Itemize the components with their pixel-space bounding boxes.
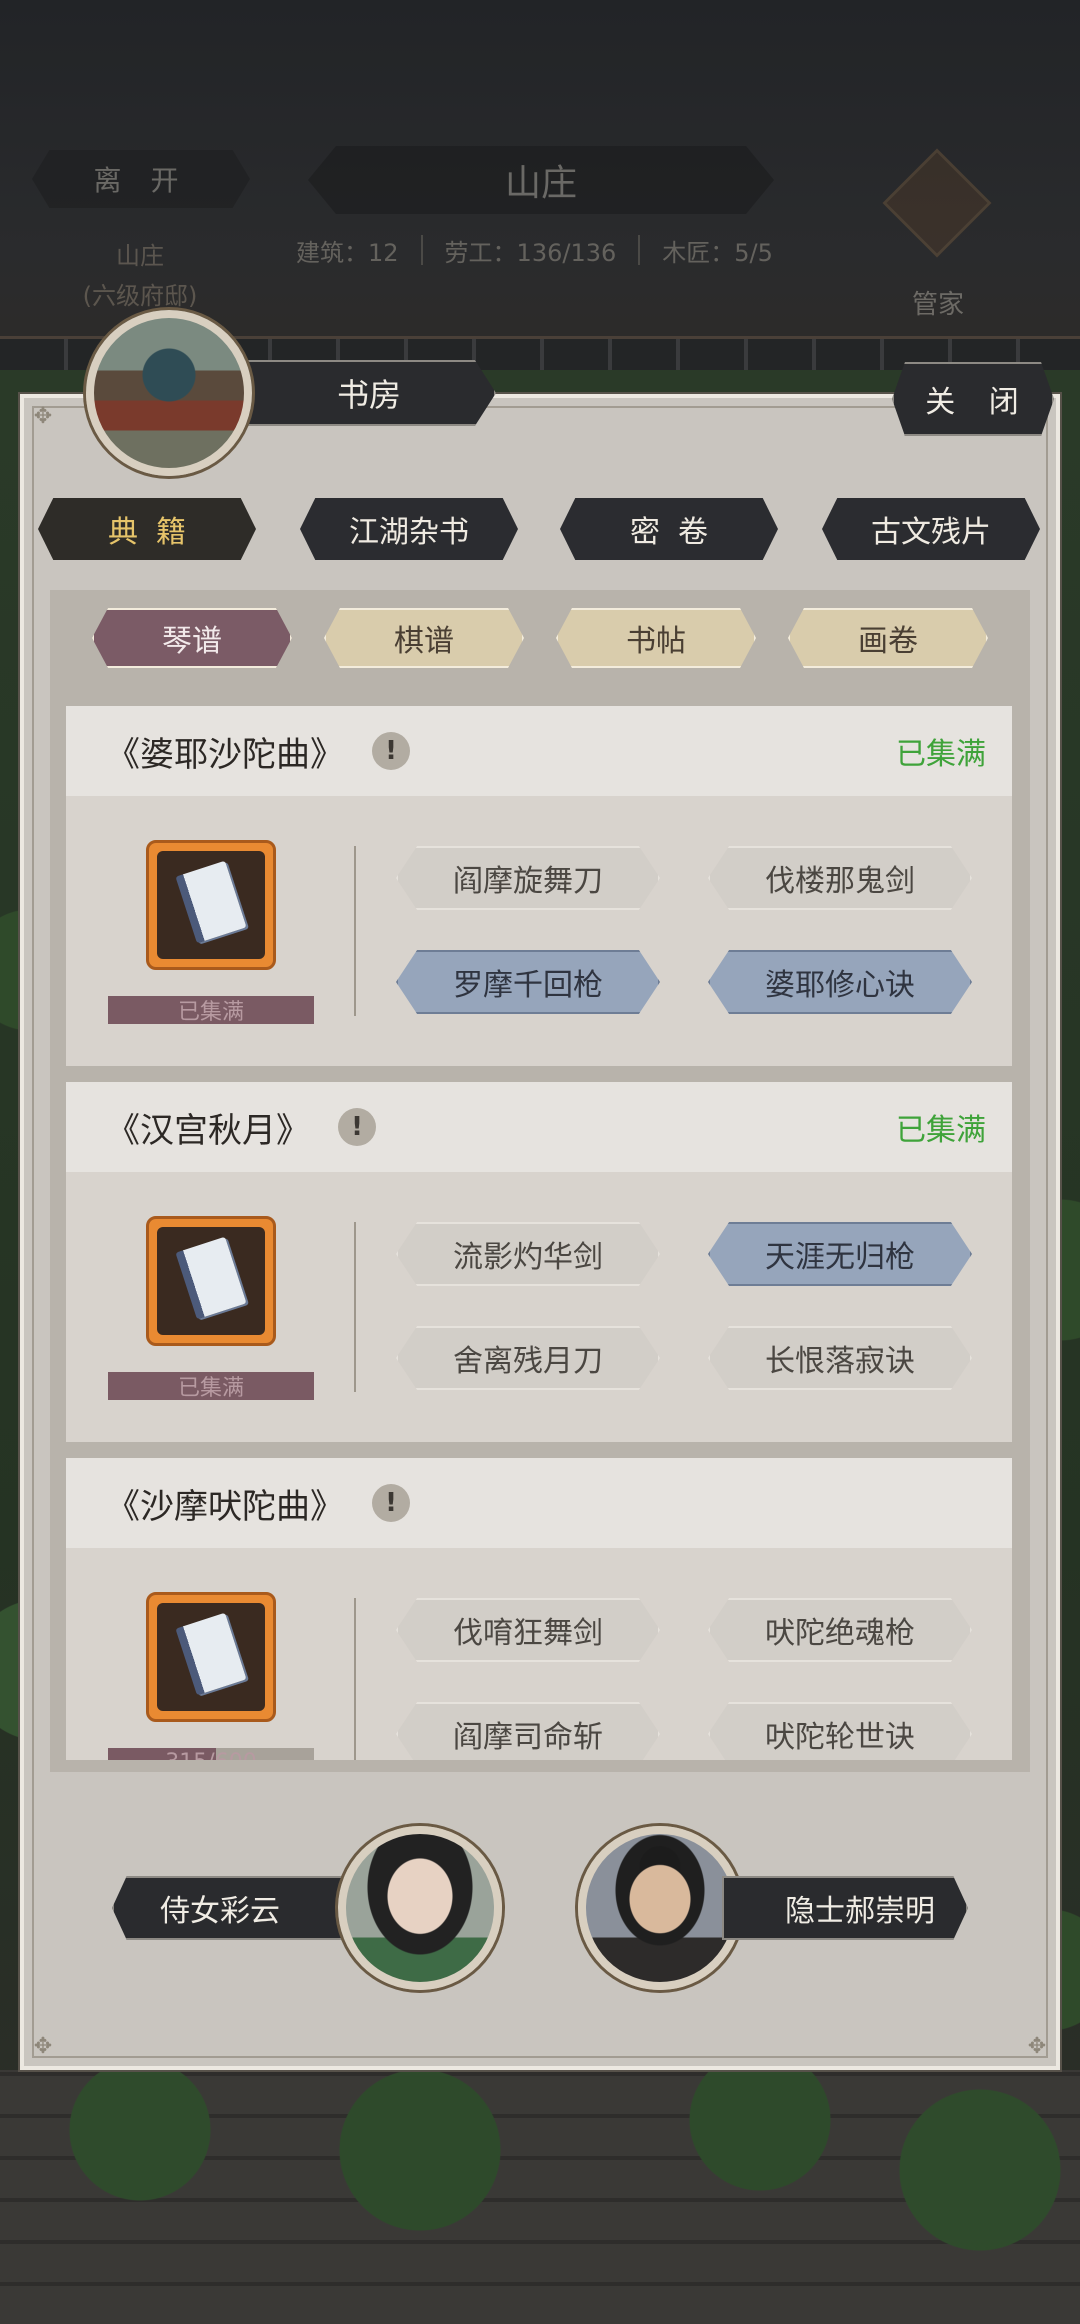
leave-button[interactable]: 离 开 bbox=[32, 150, 250, 208]
collection-set: 《婆耶沙陀曲》 ! 已集满 已集满 阎摩旋舞刀 伐楼那鬼剑 罗摩千回枪 婆耶修心… bbox=[66, 706, 1012, 1066]
skill-item[interactable]: 罗摩千回枪 bbox=[396, 950, 660, 1014]
tab-ancient-fragments[interactable]: 古文残片 bbox=[822, 498, 1040, 560]
stat-labor: 劳工：136/136 bbox=[444, 238, 617, 267]
set-status: 已集满 bbox=[896, 737, 986, 772]
set-progress: 315/600 bbox=[108, 1748, 314, 1760]
estate-level-rank: (六级府邸) bbox=[82, 282, 198, 310]
skill-item[interactable]: 阎摩司命斩 bbox=[396, 1702, 660, 1760]
collection-set: 《汉宫秋月》 ! 已集满 已集满 流影灼华剑 天涯无归枪 舍离残月刀 长恨落寂诀 bbox=[66, 1082, 1012, 1442]
skill-item[interactable]: 舍离残月刀 bbox=[396, 1326, 660, 1390]
progress-label: 已集满 bbox=[177, 1000, 244, 1025]
stat-divider bbox=[638, 235, 641, 265]
set-title: 《沙摩吠陀曲》 bbox=[106, 1486, 344, 1527]
subtab-paintings[interactable]: 画卷 bbox=[788, 608, 988, 668]
tab-secret-scrolls[interactable]: 密卷 bbox=[560, 498, 778, 560]
set-title: 《婆耶沙陀曲》 bbox=[106, 734, 344, 775]
book-icon[interactable] bbox=[146, 840, 276, 970]
book-icon[interactable] bbox=[146, 1216, 276, 1346]
collection-set: 《沙摩吠陀曲》 ! 315/600 伐唷狂舞剑 吠陀绝魂枪 阎摩司命斩 吠陀轮世… bbox=[66, 1458, 1012, 1760]
set-header: 《沙摩吠陀曲》 ! bbox=[66, 1458, 1012, 1548]
estate-stats: 建筑：12 劳工：136/136 木匠：5/5 bbox=[296, 230, 796, 270]
collection-list[interactable]: 《婆耶沙陀曲》 ! 已集满 已集满 阎摩旋舞刀 伐楼那鬼剑 罗摩千回枪 婆耶修心… bbox=[66, 706, 1012, 1760]
set-body: 已集满 阎摩旋舞刀 伐楼那鬼剑 罗摩千回枪 婆耶修心诀 bbox=[66, 796, 1012, 1066]
set-status: 已集满 bbox=[896, 1113, 986, 1148]
info-icon[interactable]: ! bbox=[372, 1484, 410, 1522]
set-body: 315/600 伐唷狂舞剑 吠陀绝魂枪 阎摩司命斩 吠陀轮世诀 bbox=[66, 1548, 1012, 1760]
divider bbox=[354, 1222, 356, 1392]
stat-carpenters: 木匠：5/5 bbox=[662, 238, 773, 267]
estate-hud: 离 开 山庄 山庄 (六级府邸) 建筑：12 劳工：136/136 木匠：5/5… bbox=[0, 0, 1080, 330]
skill-item[interactable]: 吠陀绝魂枪 bbox=[708, 1598, 972, 1662]
subtab-music-scores[interactable]: 琴谱 bbox=[92, 608, 292, 668]
set-progress: 已集满 bbox=[108, 996, 314, 1025]
skill-item[interactable]: 流影灼华剑 bbox=[396, 1222, 660, 1286]
divider bbox=[354, 846, 356, 1016]
estate-level: 山庄 (六级府邸) bbox=[80, 236, 200, 316]
skill-item[interactable]: 伐唷狂舞剑 bbox=[396, 1598, 660, 1662]
skill-item[interactable]: 婆耶修心诀 bbox=[708, 950, 972, 1014]
study-building-icon bbox=[86, 310, 252, 476]
book-icon[interactable] bbox=[146, 1592, 276, 1722]
progress-label: 315/600 bbox=[165, 1750, 256, 1761]
collection-area: 琴谱 棋谱 书帖 画卷 《婆耶沙陀曲》 ! 已集满 已集满 阎摩旋舞刀 伐楼那鬼… bbox=[50, 590, 1030, 1772]
corner-ornament-icon: ✥ bbox=[1027, 2034, 1047, 2059]
estate-title: 山庄 bbox=[308, 146, 774, 214]
progress-label: 已集满 bbox=[177, 1376, 244, 1401]
subtab-calligraphy[interactable]: 书帖 bbox=[556, 608, 756, 668]
attendant-right-nameplate[interactable]: 隐士郝崇明 bbox=[722, 1876, 968, 1940]
set-progress: 已集满 bbox=[108, 1372, 314, 1401]
skill-item[interactable]: 吠陀轮世诀 bbox=[708, 1702, 972, 1760]
category-tabs: 典籍 江湖杂书 密卷 古文残片 bbox=[38, 498, 1042, 562]
skill-item[interactable]: 天涯无归枪 bbox=[708, 1222, 972, 1286]
skill-item[interactable]: 长恨落寂诀 bbox=[708, 1326, 972, 1390]
set-header: 《婆耶沙陀曲》 ! 已集满 bbox=[66, 706, 1012, 796]
corner-ornament-icon: ✥ bbox=[33, 404, 53, 429]
subtab-chess-manuals[interactable]: 棋谱 bbox=[324, 608, 524, 668]
steward-label: 管家 bbox=[911, 290, 964, 320]
set-title: 《汉宫秋月》 bbox=[106, 1110, 310, 1151]
room-title: 书房 bbox=[232, 360, 496, 426]
info-icon[interactable]: ! bbox=[338, 1108, 376, 1146]
divider bbox=[354, 1598, 356, 1760]
set-body: 已集满 流影灼华剑 天涯无归枪 舍离残月刀 长恨落寂诀 bbox=[66, 1172, 1012, 1442]
skill-item[interactable]: 伐楼那鬼剑 bbox=[708, 846, 972, 910]
tab-jianghu-books[interactable]: 江湖杂书 bbox=[300, 498, 518, 560]
maid-portrait[interactable] bbox=[338, 1826, 502, 1990]
courtyard-background bbox=[0, 2070, 1080, 2324]
hermit-portrait[interactable] bbox=[578, 1826, 742, 1990]
estate-level-name: 山庄 bbox=[116, 242, 164, 270]
abacus-icon[interactable] bbox=[882, 148, 992, 258]
corner-ornament-icon: ✥ bbox=[33, 2034, 53, 2059]
skill-item[interactable]: 阎摩旋舞刀 bbox=[396, 846, 660, 910]
stat-divider bbox=[420, 235, 423, 265]
tab-classics[interactable]: 典籍 bbox=[38, 498, 256, 560]
close-button[interactable]: 关 闭 bbox=[892, 362, 1054, 436]
stat-buildings: 建筑：12 bbox=[296, 238, 399, 267]
attendant-left-nameplate[interactable]: 侍女彩云 bbox=[112, 1876, 358, 1940]
set-header: 《汉宫秋月》 ! 已集满 bbox=[66, 1082, 1012, 1172]
info-icon[interactable]: ! bbox=[372, 732, 410, 770]
